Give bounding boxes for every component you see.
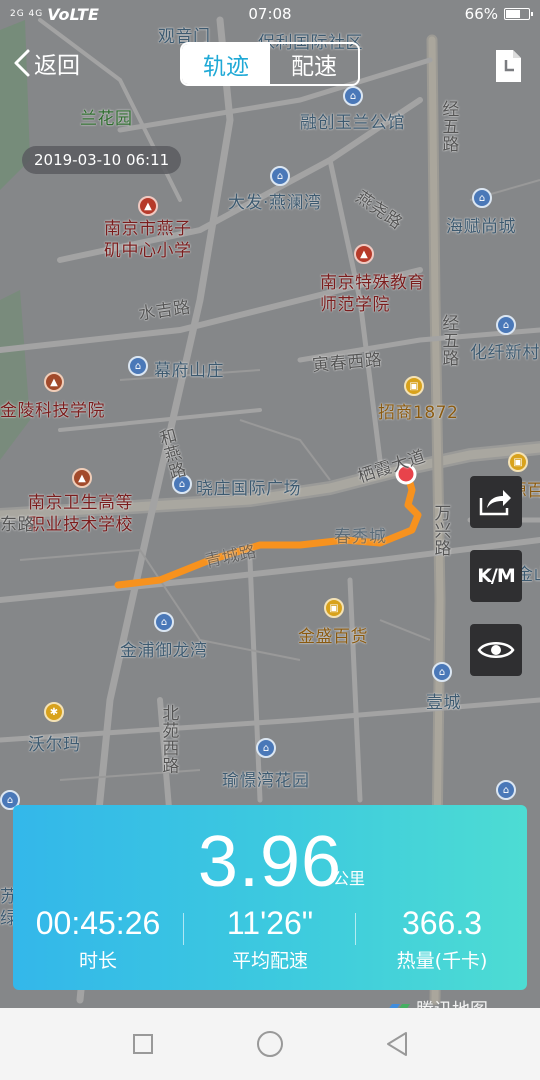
poi-marker-icon: ⌂ [472,188,492,208]
school-poi-icon: ▲ [44,372,64,392]
run-stats-card: 3.96 公里 00:45:26 时长 11'26" 平均配速 366.3 热量… [13,805,527,990]
map-label: 融创玉兰公馆 [300,113,405,133]
poi-marker-icon: ⌂ [128,356,148,376]
eye-icon [477,642,515,658]
pace-stat: 11'26" 平均配速 [185,905,355,973]
poi-marker-icon: ⌂ [343,86,363,106]
clock: 07:08 [248,5,292,23]
duration-stat: 00:45:26 时长 [13,905,183,973]
map-label: 化纤新村 [470,343,540,363]
battery-percent: 66% [464,5,498,23]
calories-stat: 366.3 热量(千卡) [357,905,527,973]
chevron-left-icon [14,49,30,77]
map-label: 壹城 [426,693,461,713]
map-label: 瑜憬湾花园 [222,771,310,791]
poi-marker-icon: ⌂ [432,662,452,682]
map-label: 晓庄国际广场 [196,479,301,499]
tab-track[interactable]: 轨迹 [182,44,270,84]
school-poi-icon: ▲ [72,468,92,488]
duration-label: 时长 [78,950,117,972]
pace-value: 11'26" [226,905,314,941]
view-tabs: 轨迹 配速 [180,42,360,86]
divider [355,913,356,945]
document-report-icon[interactable] [492,48,524,84]
shop-poi-icon: ▣ [508,452,528,472]
share-icon [479,490,511,516]
poi-marker-icon: ⌂ [154,612,174,632]
map-label: 招商1872 [378,403,459,423]
share-button[interactable] [470,476,522,528]
map-label: 金陵科技学院 [0,401,105,421]
distance-value: 3.96 [197,822,343,902]
shop-poi-icon: ▣ [324,598,344,618]
map-label: 大发·燕澜湾 [228,193,322,213]
map-label: 幕府山庄 [154,361,224,381]
km-toggle-button[interactable]: K/M [470,550,522,602]
visibility-toggle-button[interactable] [470,624,522,676]
map-label: 北苑西路 [158,704,179,774]
map-label: 经五路 [438,314,459,367]
back-label: 返回 [34,53,80,79]
date-chip: 2019-03-10 06:11 [22,146,182,174]
back-button[interactable]: 返回 [12,46,80,80]
map-label: 春秀城 [334,527,387,547]
distance-unit: 公里 [333,869,366,888]
map-label: 南京市燕子矶中心小学 [104,219,192,261]
status-bar: 2G 4G VoLTE 07:08 66% [0,0,540,28]
poi-marker-icon: ⌂ [270,166,290,186]
back-nav-button[interactable] [380,1027,414,1061]
tab-pace[interactable]: 配速 [270,44,358,84]
shop-poi-icon: ▣ [404,376,424,396]
triangle-back-icon [386,1032,407,1056]
home-button[interactable] [253,1027,287,1061]
battery-icon [504,8,533,20]
calories-value: 366.3 [401,905,483,941]
map-label: 经五路 [438,100,459,153]
distance: 3.96 [13,821,527,903]
map-label: 万兴路 [430,504,451,557]
map-label: 金盛百货 [298,627,368,647]
map-label: 南京特殊教育师范学院 [320,273,425,315]
recents-button[interactable] [126,1027,160,1061]
map-label: 南京卫生高等职业技术学校 [28,493,133,535]
system-nav-bar [0,1008,540,1080]
poi-marker-icon: ⌂ [496,315,516,335]
map-label: 海赋尚城 [446,217,516,237]
map-label: 沃尔玛 [28,735,81,755]
poi-marker-icon: ⌂ [496,780,516,800]
divider [183,913,184,945]
map-label: 金浦御龙湾 [120,641,208,661]
school-poi-icon: ▲ [354,244,374,264]
km-toggle-label: K/M [477,565,516,587]
walmart-poi-icon: ✱ [44,702,64,722]
circle-icon [256,1031,283,1057]
map-label: 东路 [0,515,35,535]
map-label: 兰花园 [80,109,133,129]
school-poi-icon: ▲ [138,196,158,216]
duration-value: 00:45:26 [35,905,161,941]
poi-marker-icon: ⌂ [256,738,276,758]
calories-label: 热量(千卡) [396,950,488,972]
battery: 66% [464,5,533,23]
pace-label: 平均配速 [231,950,308,972]
square-icon [133,1034,154,1054]
